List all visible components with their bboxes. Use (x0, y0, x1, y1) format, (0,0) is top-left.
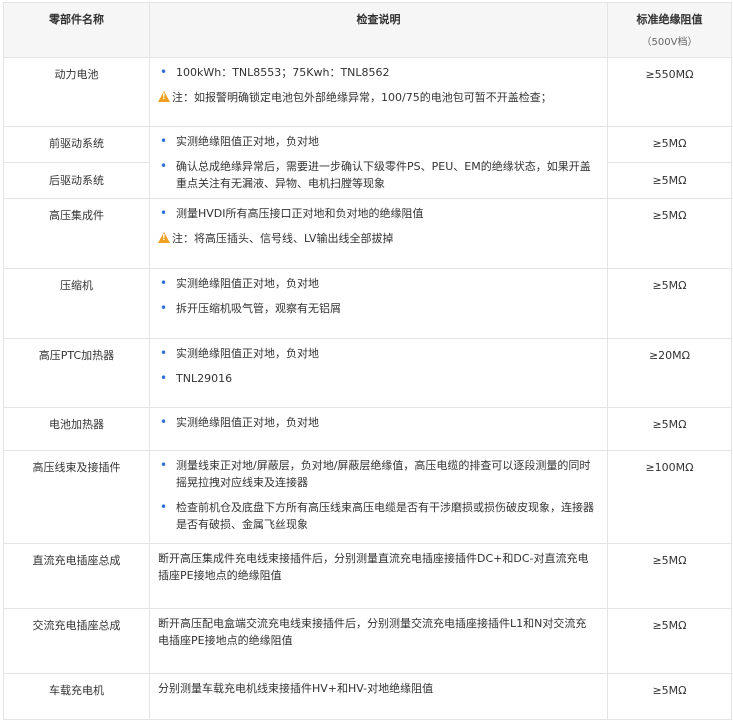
part-name: 高压PTC加热器 (3, 338, 150, 408)
standard-value: ≥550MΩ (607, 57, 732, 127)
check-description: • 实测绝缘阻值正对地，负对地 • 确认总成绝缘异常后，需要进一步确认下级零件PS、… (149, 126, 608, 199)
part-name-group: 前驱动系统 后驱动系统 (3, 126, 150, 199)
part-name-secondary: 后驱动系统 (4, 162, 149, 189)
insulation-spec-table: 零部件名称 检查说明 标准绝缘阻值 （500V档） 动力电池 • 100kWh：T… (3, 2, 732, 720)
part-name: 动力电池 (3, 57, 150, 127)
bullet-dot: • (160, 134, 168, 148)
bullet-dot: • (160, 371, 168, 385)
list-item-text: 测量HVDI所有高压接口正对地和负对地的绝缘阻值 (176, 207, 424, 220)
header-part-name: 零部件名称 (3, 2, 150, 58)
part-name: 高压线束及接插件 (3, 450, 150, 544)
standard-value-secondary: ≥5MΩ (608, 162, 731, 189)
bullet-dot: • (160, 276, 168, 290)
list-item: • TNL29016 (158, 370, 597, 387)
header-check-description: 检查说明 (149, 2, 608, 58)
standard-value: ≥5MΩ (607, 673, 732, 720)
list-item: • 实测绝缘阻值正对地，负对地 (158, 275, 597, 292)
list-item: • 检查前机仓及底盘下方所有高压线束高压电缆是否有干涉磨损或损伤破皮现象，连接器是… (158, 499, 597, 533)
list-item-text: 测量线束正对地/屏蔽层，负对地/屏蔽层绝缘值，高压电缆的排查可以逐段测量的同时摇… (176, 459, 591, 489)
part-name: 直流充电插座总成 (3, 543, 150, 609)
bullet-dot: • (160, 206, 168, 220)
check-description: • 100kWh：TNL8553；75Kwh：TNL8562 注：如报警明确锁定电… (149, 57, 608, 127)
table-row: 直流充电插座总成 断开高压集成件充电线束接插件后，分别测量直流充电插座接插件DC… (3, 543, 732, 609)
standard-value-group: ≥5MΩ ≥5MΩ (607, 126, 732, 199)
list-item-text: 实测绝缘阻值正对地，负对地 (176, 135, 319, 148)
list-item-text: 检查前机仓及底盘下方所有高压线束高压电缆是否有干涉磨损或损伤破皮现象，连接器是否… (176, 501, 594, 531)
list-item-text: 确认总成绝缘异常后，需要进一步确认下级零件PS、PEU、EM的绝缘状态，如果开盖… (176, 160, 591, 190)
list-item-text: 实测绝缘阻值正对地，负对地 (176, 416, 319, 429)
description-text: 断开高压配电盒端交流充电线束接插件后，分别测量交流充电插座接插件L1和N对交流充… (158, 617, 587, 647)
table-row: 压缩机 • 实测绝缘阻值正对地，负对地 • 拆开压缩机吸气管，观察有无铝屑 ≥5MΩ (3, 268, 732, 339)
header-standard-value: 标准绝缘阻值 （500V档） (607, 2, 732, 58)
table-header-row: 零部件名称 检查说明 标准绝缘阻值 （500V档） (3, 2, 732, 58)
standard-value: ≥5MΩ (652, 137, 687, 150)
bullet-dot: • (160, 415, 168, 429)
list-item: • 实测绝缘阻值正对地，负对地 (158, 133, 597, 150)
check-description: • 实测绝缘阻值正对地，负对地 (149, 407, 608, 451)
bullet-dot: • (160, 458, 168, 472)
check-description: 分别测量车载充电机线束接插件HV+和HV-对地绝缘阻值 (149, 673, 608, 720)
standard-value: ≥100MΩ (607, 450, 732, 544)
list-item: • 测量线束正对地/屏蔽层，负对地/屏蔽层绝缘值，高压电缆的排查可以逐段测量的同时… (158, 457, 597, 491)
part-name: 车载充电机 (3, 673, 150, 720)
list-item-text: 实测绝缘阻值正对地，负对地 (176, 277, 319, 290)
warning-triangle-icon (158, 91, 170, 102)
check-description: • 实测绝缘阻值正对地，负对地 • TNL29016 (149, 338, 608, 408)
check-description: 断开高压配电盒端交流充电线束接插件后，分别测量交流充电插座接插件L1和N对交流充… (149, 608, 608, 674)
standard-value: ≥5MΩ (607, 268, 732, 339)
list-item: • 拆开压缩机吸气管，观察有无铝屑 (158, 300, 597, 317)
part-name: 前驱动系统 (49, 137, 104, 150)
header-standard-sub: （500V档） (641, 37, 698, 48)
check-description: • 测量HVDI所有高压接口正对地和负对地的绝缘阻值 注：将高压插头、信号线、LV… (149, 198, 608, 269)
table-row: 高压PTC加热器 • 实测绝缘阻值正对地，负对地 • TNL29016 ≥20MΩ (3, 338, 732, 408)
check-description: 断开高压集成件充电线束接插件后，分别测量直流充电插座接插件DC+和DC-对直流充… (149, 543, 608, 609)
list-item-text: TNL29016 (176, 372, 233, 385)
list-item-text: 100kWh：TNL8553；75Kwh：TNL8562 (176, 66, 390, 79)
warning-note: 注：如报警明确锁定电池包外部绝缘异常，100/75的电池包可暂不开盖检查； (158, 89, 597, 106)
warning-triangle-icon (158, 232, 170, 243)
warning-note-text: 注：将高压插头、信号线、LV输出线全部拔掉 (172, 232, 394, 245)
part-name: 高压集成件 (3, 198, 150, 269)
bullet-dot: • (160, 301, 168, 315)
check-description: • 测量线束正对地/屏蔽层，负对地/屏蔽层绝缘值，高压电缆的排查可以逐段测量的同时… (149, 450, 608, 544)
standard-value: ≥20MΩ (607, 338, 732, 408)
warning-note: 注：将高压插头、信号线、LV输出线全部拔掉 (158, 230, 597, 247)
table-row: 前驱动系统 后驱动系统 • 实测绝缘阻值正对地，负对地 • 确认总成绝缘异常后，需要… (3, 126, 732, 199)
list-item: • 测量HVDI所有高压接口正对地和负对地的绝缘阻值 (158, 205, 597, 222)
standard-value: ≥5MΩ (607, 198, 732, 269)
list-item: • 确认总成绝缘异常后，需要进一步确认下级零件PS、PEU、EM的绝缘状态，如果开… (158, 158, 597, 192)
bullet-dot: • (160, 65, 168, 79)
header-standard-title: 标准绝缘阻值 (636, 13, 703, 26)
description-text: 分别测量车载充电机线束接插件HV+和HV-对地绝缘阻值 (158, 682, 434, 695)
table-row: 动力电池 • 100kWh：TNL8553；75Kwh：TNL8562 注：如报警… (3, 57, 732, 127)
bullet-dot: • (160, 159, 168, 173)
part-name: 交流充电插座总成 (3, 608, 150, 674)
list-item: • 实测绝缘阻值正对地，负对地 (158, 414, 597, 431)
standard-value: ≥5MΩ (607, 543, 732, 609)
table-row: 电池加热器 • 实测绝缘阻值正对地，负对地 ≥5MΩ (3, 407, 732, 451)
table-row: 高压线束及接插件 • 测量线束正对地/屏蔽层，负对地/屏蔽层绝缘值，高压电缆的排查… (3, 450, 732, 544)
bullet-dot: • (160, 346, 168, 360)
table-row: 高压集成件 • 测量HVDI所有高压接口正对地和负对地的绝缘阻值 注：将高压插头、… (3, 198, 732, 269)
check-description: • 实测绝缘阻值正对地，负对地 • 拆开压缩机吸气管，观察有无铝屑 (149, 268, 608, 339)
list-item: • 100kWh：TNL8553；75Kwh：TNL8562 (158, 64, 597, 81)
description-text: 断开高压集成件充电线束接插件后，分别测量直流充电插座接插件DC+和DC-对直流充… (158, 552, 589, 582)
part-name: 压缩机 (3, 268, 150, 339)
list-item: • 实测绝缘阻值正对地，负对地 (158, 345, 597, 362)
list-item-text: 实测绝缘阻值正对地，负对地 (176, 347, 319, 360)
table-row: 交流充电插座总成 断开高压配电盒端交流充电线束接插件后，分别测量交流充电插座接插… (3, 608, 732, 674)
list-item-text: 拆开压缩机吸气管，观察有无铝屑 (176, 302, 341, 315)
table-row: 车载充电机 分别测量车载充电机线束接插件HV+和HV-对地绝缘阻值 ≥5MΩ (3, 673, 732, 720)
warning-note-text: 注：如报警明确锁定电池包外部绝缘异常，100/75的电池包可暂不开盖检查； (172, 91, 552, 104)
part-name: 电池加热器 (3, 407, 150, 451)
standard-value: ≥5MΩ (607, 407, 732, 451)
standard-value: ≥5MΩ (607, 608, 732, 674)
bullet-dot: • (160, 500, 168, 514)
